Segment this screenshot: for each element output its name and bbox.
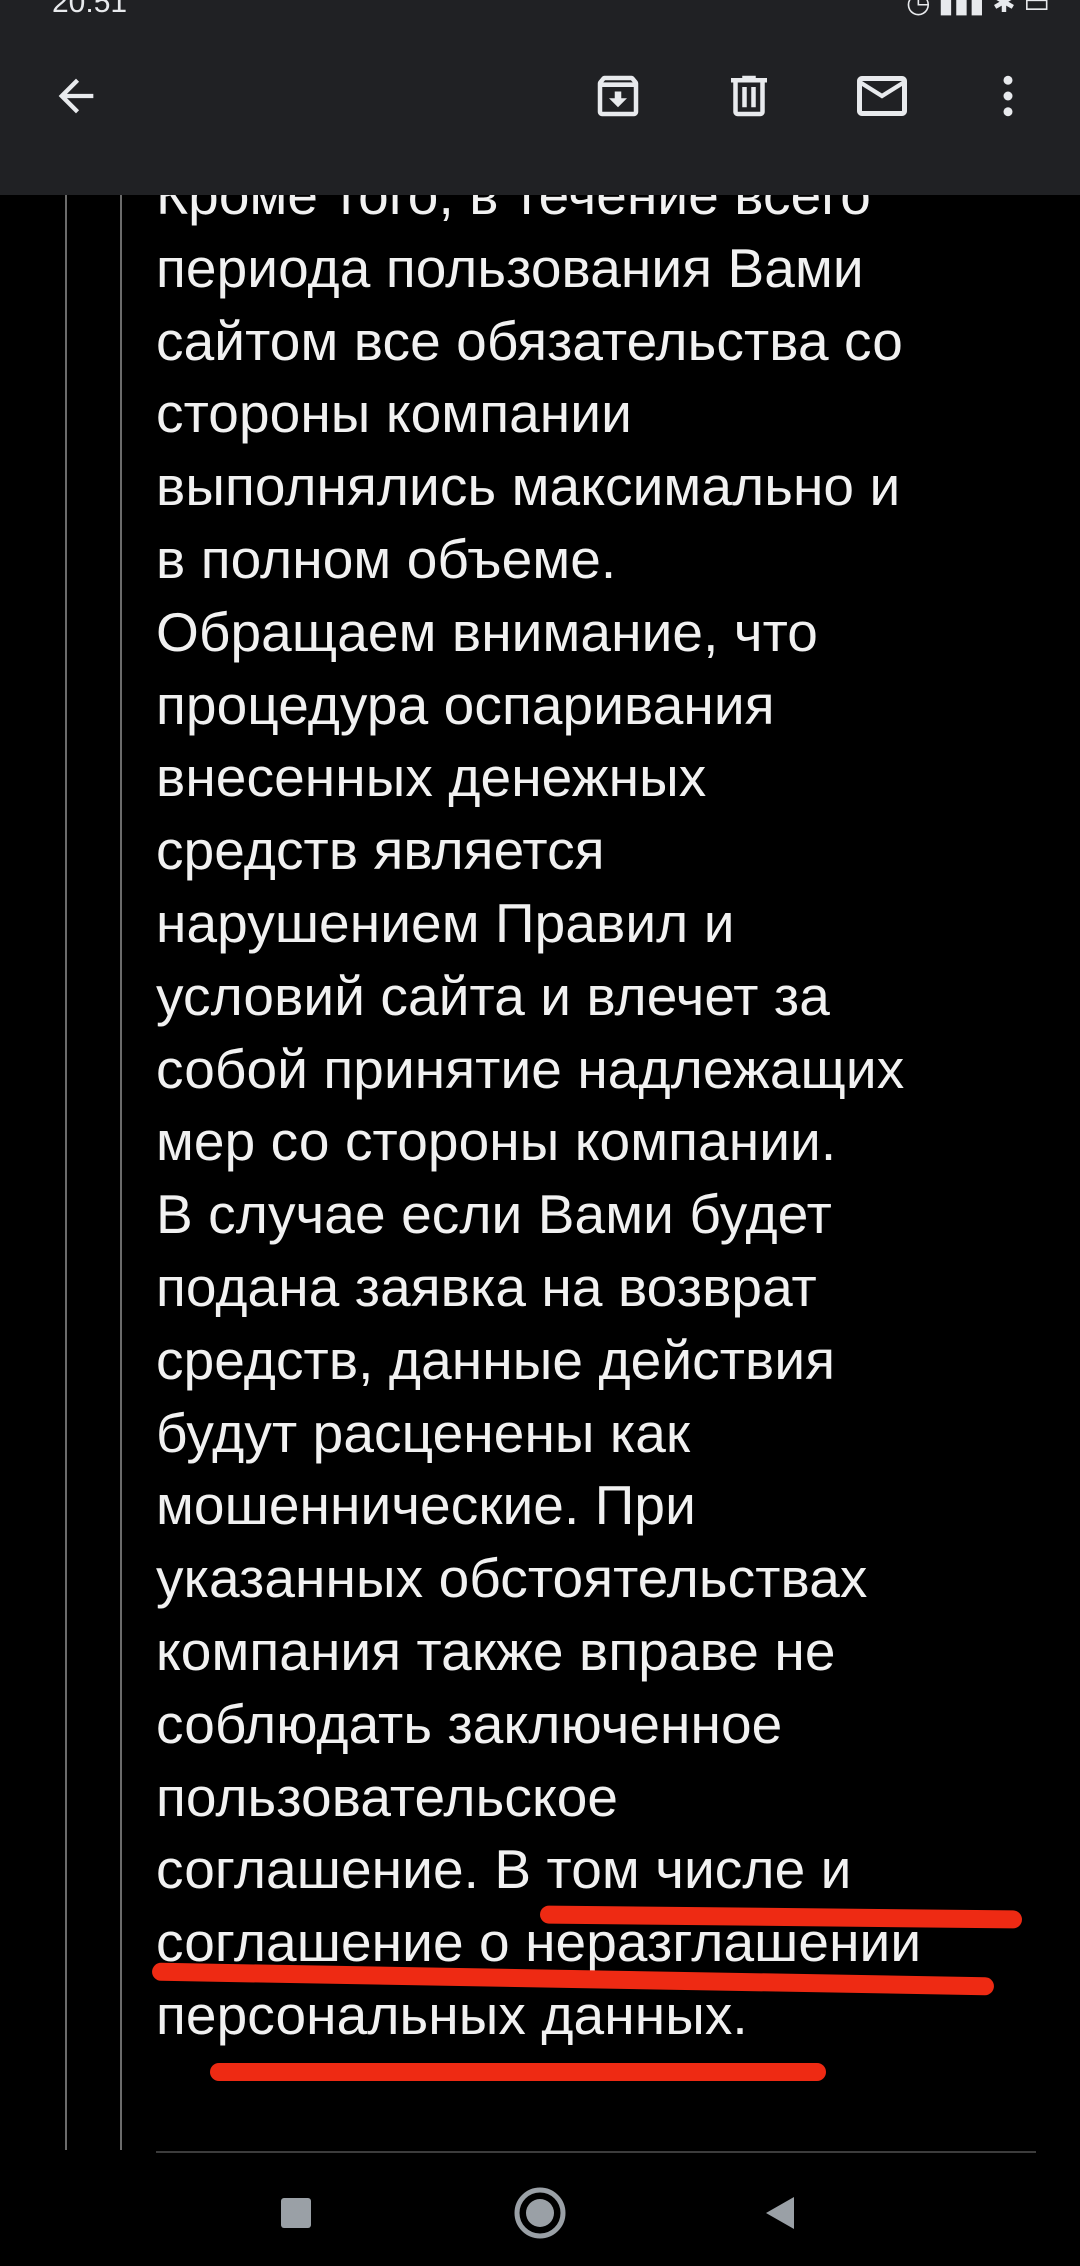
- body-line-1: Кроме того, в течение всего: [156, 195, 871, 226]
- body-line-13: собой принятие надлежащих: [156, 1037, 905, 1100]
- more-options-button[interactable]: [972, 60, 1044, 132]
- message-body[interactable]: Кроме того, в течение всего периода поль…: [0, 195, 1080, 2150]
- more-vert-icon: [1003, 75, 1013, 117]
- body-line-10: средств является: [156, 819, 605, 882]
- status-time: 20:51: [52, 0, 128, 19]
- body-line-4: стороны компании: [156, 382, 632, 445]
- body-line-15: В случае если Вами будет: [156, 1183, 832, 1246]
- body-line-8: процедура оспаривания: [156, 673, 775, 736]
- archive-icon: [597, 75, 639, 117]
- status-icons: ◷ ▮▮▮ ✱ ▭: [906, 0, 1050, 18]
- back-button[interactable]: [40, 60, 112, 132]
- body-line-20: указанных обстоятельствах: [156, 1547, 868, 1610]
- body-line-2: периода пользования Вами: [156, 236, 864, 299]
- body-line-24: соглашение. В том числе и: [156, 1838, 852, 1901]
- body-line-22: соблюдать заключенное: [156, 1692, 783, 1755]
- delete-button[interactable]: [713, 60, 785, 132]
- arrow-back-icon: [58, 78, 94, 114]
- recents-button[interactable]: [260, 2177, 332, 2249]
- body-line-7: Обращаем внимание, что: [156, 600, 818, 663]
- archive-button[interactable]: [582, 60, 654, 132]
- nav-back-button[interactable]: [744, 2177, 816, 2249]
- body-line-18: будут расценены как: [156, 1401, 691, 1464]
- quote-bar-inner: [120, 195, 122, 2150]
- square-icon: [281, 2198, 311, 2228]
- body-line-16: подана заявка на возврат: [156, 1255, 817, 1318]
- body-line-9: внесенных денежных: [156, 746, 707, 809]
- body-line-3: сайтом все обязательства со: [156, 309, 903, 372]
- body-line-23: пользовательское: [156, 1765, 619, 1828]
- triangle-back-icon: [766, 2197, 794, 2229]
- body-line-5: выполнялись максимально и: [156, 455, 901, 518]
- body-line-21: компания также вправе не: [156, 1619, 836, 1682]
- body-line-17: средств, данные действия: [156, 1328, 836, 1391]
- body-line-14: мер со стороны компании.: [156, 1110, 837, 1173]
- red-underline-mark-3: [210, 2063, 826, 2081]
- body-line-12: условий сайта и влечет за: [156, 964, 830, 1027]
- message-toolbar: [0, 20, 1080, 195]
- body-line-6: в полном объеме.: [156, 527, 617, 590]
- quote-bar-outer: [65, 195, 67, 2150]
- system-nav-bar: [0, 2153, 1080, 2266]
- body-line-11: нарушением Правил и: [156, 891, 735, 954]
- home-circle-icon: [514, 2187, 566, 2239]
- trash-icon: [731, 75, 767, 117]
- home-button[interactable]: [504, 2177, 576, 2249]
- body-line-19: мошеннические. При: [156, 1474, 696, 1537]
- mark-unread-button[interactable]: [846, 60, 918, 132]
- mail-icon: [857, 76, 907, 116]
- quoted-text: Кроме того, в течение всего периода поль…: [156, 195, 1036, 2052]
- status-bar: 20:51 ◷ ▮▮▮ ✱ ▭: [0, 0, 1080, 20]
